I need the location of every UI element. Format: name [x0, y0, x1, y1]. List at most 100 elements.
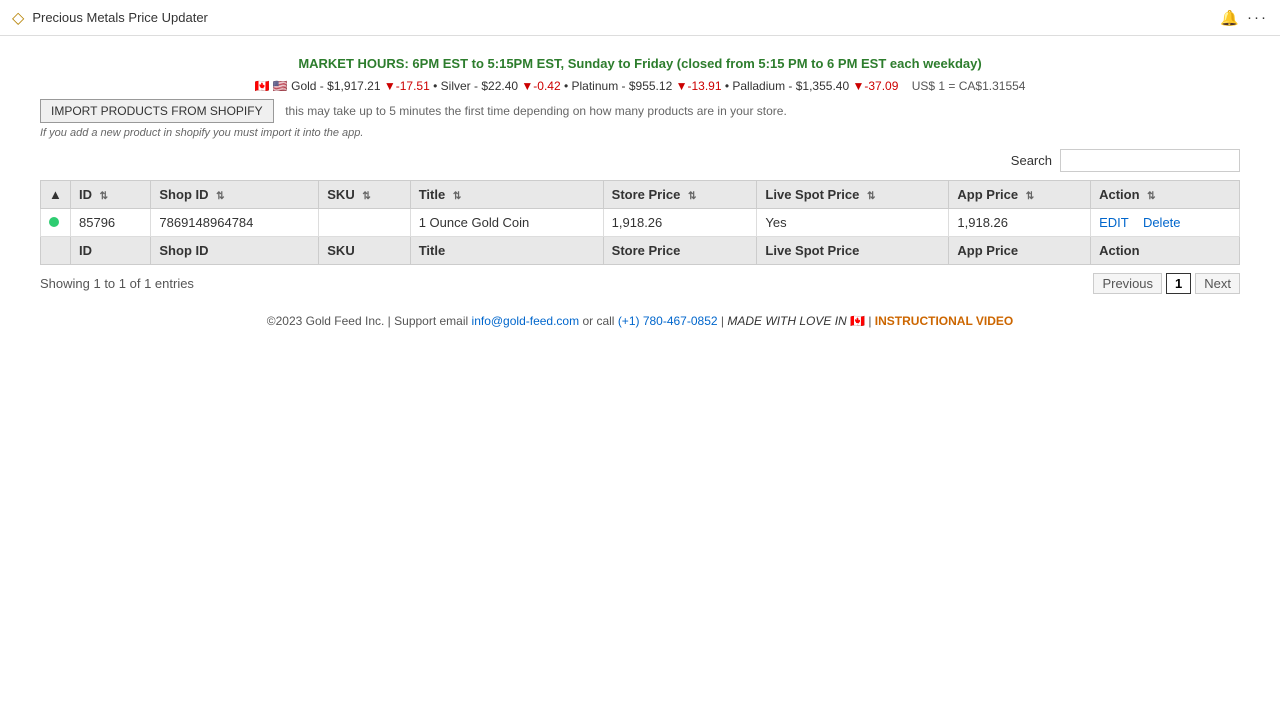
- sort-icon-action: ⇅: [1147, 191, 1155, 202]
- delete-link[interactable]: Delete: [1143, 215, 1181, 230]
- platinum-price: $955.12: [629, 79, 672, 93]
- instructional-video-link[interactable]: INSTRUCTIONAL VIDEO: [875, 314, 1013, 328]
- phone-link[interactable]: (+1) 780-467-0852: [618, 314, 718, 328]
- import-area: IMPORT PRODUCTS FROM SHOPIFY this may ta…: [40, 99, 1240, 139]
- platinum-change: ▼-13.91: [676, 79, 722, 93]
- search-bar: Search: [40, 149, 1240, 172]
- col-id[interactable]: ID ⇅: [71, 181, 151, 209]
- footer: ©2023 Gold Feed Inc. | Support email inf…: [40, 314, 1240, 328]
- market-hours-text: MARKET HOURS: 6PM EST to 5:15PM EST, Sun…: [40, 56, 1240, 71]
- gold-price: $1,917.21: [327, 79, 380, 93]
- col-appprice-label: App Price: [957, 187, 1018, 202]
- footer-col-livespotprice: Live Spot Price: [757, 237, 949, 265]
- silver-change: ▼-0.42: [521, 79, 560, 93]
- footer-id-label: ID: [79, 243, 92, 258]
- showing-text: Showing 1 to 1 of 1 entries: [40, 276, 194, 291]
- support-text: Support email: [394, 314, 468, 328]
- app-icon: ◇: [12, 8, 24, 28]
- col-title-label: Title: [419, 187, 446, 202]
- col-title[interactable]: Title ⇅: [410, 181, 603, 209]
- next-button[interactable]: Next: [1195, 273, 1240, 294]
- footer-col-status: [41, 237, 71, 265]
- edit-link[interactable]: EDIT: [1099, 215, 1128, 230]
- footer-action-label: Action: [1099, 243, 1139, 258]
- title-bar-left: ◇ Precious Metals Price Updater: [12, 8, 208, 28]
- pagination-controls: Previous 1 Next: [1093, 273, 1240, 294]
- col-livespotprice-label: Live Spot Price: [765, 187, 859, 202]
- col-status[interactable]: ▲: [41, 181, 71, 209]
- flag-ca: 🇨🇦: [255, 79, 270, 93]
- sort-icon-status: ▲: [49, 187, 62, 202]
- status-dot: [49, 217, 59, 227]
- exchange-rate: US$ 1 = CA$1.31554: [912, 79, 1026, 93]
- footer-col-action: Action: [1091, 237, 1240, 265]
- col-appprice[interactable]: App Price ⇅: [949, 181, 1091, 209]
- footer-shopid-label: Shop ID: [159, 243, 208, 258]
- col-sku-label: SKU: [327, 187, 354, 202]
- support-email[interactable]: info@gold-feed.com: [472, 314, 580, 328]
- palladium-change: ▼-37.09: [852, 79, 898, 93]
- row-status-cell: [41, 209, 71, 237]
- gold-label: Gold: [291, 79, 316, 93]
- footer-livespotprice-label: Live Spot Price: [765, 243, 859, 258]
- silver-price: $22.40: [481, 79, 518, 93]
- page-1-button[interactable]: 1: [1166, 273, 1191, 294]
- col-shopid-label: Shop ID: [159, 187, 208, 202]
- row-appprice: 1,918.26: [949, 209, 1091, 237]
- search-input[interactable]: [1060, 149, 1240, 172]
- col-storeprice[interactable]: Store Price ⇅: [603, 181, 757, 209]
- palladium-label: Palladium: [732, 79, 785, 93]
- row-storeprice: 1,918.26: [603, 209, 757, 237]
- col-shopid[interactable]: Shop ID ⇅: [151, 181, 319, 209]
- footer-col-id: ID: [71, 237, 151, 265]
- sort-icon-id: ⇅: [100, 191, 108, 202]
- bell-icon[interactable]: 🔔: [1220, 9, 1239, 27]
- silver-label: Silver: [441, 79, 471, 93]
- palladium-price: $1,355.40: [796, 79, 849, 93]
- title-bar: ◇ Precious Metals Price Updater 🔔 ···: [0, 0, 1280, 36]
- or-call: or call: [582, 314, 614, 328]
- title-bar-right: 🔔 ···: [1220, 9, 1268, 27]
- table-footer-row: ID Shop ID SKU Title Store Price Live Sp…: [41, 237, 1240, 265]
- col-action-label: Action: [1099, 187, 1139, 202]
- import-note: If you add a new product in shopify you …: [40, 127, 1240, 139]
- col-action[interactable]: Action ⇅: [1091, 181, 1240, 209]
- table-header-row: ▲ ID ⇅ Shop ID ⇅ SKU ⇅ Title ⇅: [41, 181, 1240, 209]
- market-banner: MARKET HOURS: 6PM EST to 5:15PM EST, Sun…: [40, 56, 1240, 71]
- copyright: ©2023 Gold Feed Inc.: [267, 314, 385, 328]
- sort-icon-title: ⇅: [453, 191, 461, 202]
- flag-canada: 🇨🇦: [850, 314, 868, 328]
- row-livespotprice: Yes: [757, 209, 949, 237]
- footer-title-label: Title: [419, 243, 446, 258]
- footer-col-appprice: App Price: [949, 237, 1091, 265]
- footer-col-sku: SKU: [319, 237, 410, 265]
- table-row: 85796 7869148964784 1 Ounce Gold Coin 1,…: [41, 209, 1240, 237]
- footer-col-title: Title: [410, 237, 603, 265]
- platinum-label: Platinum: [572, 79, 619, 93]
- import-button[interactable]: IMPORT PRODUCTS FROM SHOPIFY: [40, 99, 274, 123]
- sort-icon-livespotprice: ⇅: [867, 191, 875, 202]
- data-table: ▲ ID ⇅ Shop ID ⇅ SKU ⇅ Title ⇅: [40, 180, 1240, 265]
- import-hint: this may take up to 5 minutes the first …: [285, 104, 787, 118]
- col-id-label: ID: [79, 187, 92, 202]
- price-ticker: 🇨🇦 🇺🇸 Gold - $1,917.21 ▼-17.51 • Silver …: [40, 79, 1240, 93]
- row-action: EDIT Delete: [1091, 209, 1240, 237]
- flag-us: 🇺🇸: [273, 79, 288, 93]
- previous-button[interactable]: Previous: [1093, 273, 1162, 294]
- col-livespotprice[interactable]: Live Spot Price ⇅: [757, 181, 949, 209]
- row-title: 1 Ounce Gold Coin: [410, 209, 603, 237]
- sort-icon-shopid: ⇅: [216, 191, 224, 202]
- gold-change: ▼-17.51: [384, 79, 430, 93]
- search-label: Search: [1011, 153, 1052, 168]
- row-id: 85796: [71, 209, 151, 237]
- made-with-love: MADE WITH LOVE IN: [727, 314, 846, 328]
- footer-storeprice-label: Store Price: [612, 243, 681, 258]
- app-title: Precious Metals Price Updater: [32, 10, 208, 25]
- sort-icon-appprice: ⇅: [1026, 191, 1034, 202]
- footer-col-shopid: Shop ID: [151, 237, 319, 265]
- more-icon[interactable]: ···: [1247, 9, 1268, 26]
- row-shopid: 7869148964784: [151, 209, 319, 237]
- col-storeprice-label: Store Price: [612, 187, 681, 202]
- footer-appprice-label: App Price: [957, 243, 1018, 258]
- col-sku[interactable]: SKU ⇅: [319, 181, 410, 209]
